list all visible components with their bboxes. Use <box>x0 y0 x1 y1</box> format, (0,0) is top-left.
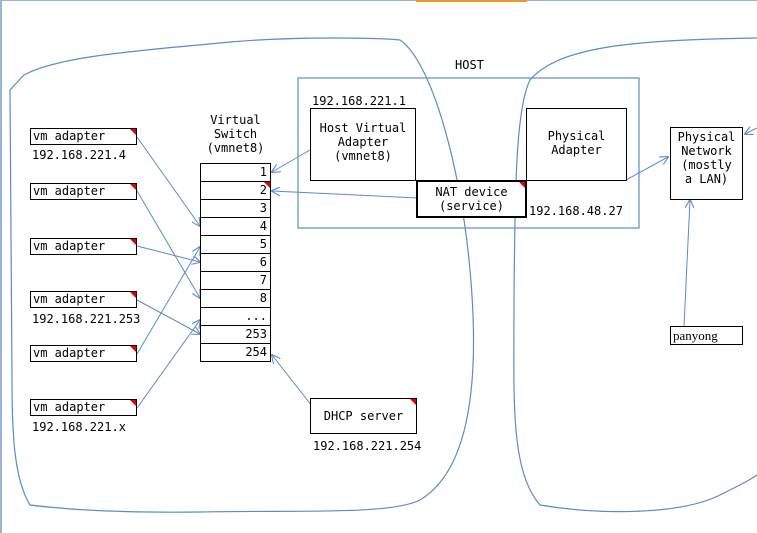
vm-adapter-3[interactable]: vm adapter <box>30 238 137 255</box>
marker-icon <box>264 182 270 188</box>
switch-port[interactable]: 254 <box>200 343 271 362</box>
switch-port[interactable]: ... <box>200 307 271 326</box>
vm-adapter-ip: 192.168.221.x <box>32 420 126 434</box>
link-dhcp-port254 <box>272 355 313 407</box>
host-adapter-line: Adapter <box>337 135 389 149</box>
link-vm3-port6 <box>136 245 200 262</box>
vm-adapter-ip: 192.168.221.4 <box>32 148 126 162</box>
host-adapter-line: (vmnet8) <box>334 149 392 163</box>
vm-adapter-2[interactable]: vm adapter <box>30 183 137 200</box>
vm-adapter-label: vm adapter <box>33 400 106 414</box>
physical-adapter-line: Adapter <box>551 143 602 157</box>
link-nat-port2 <box>272 191 419 199</box>
network-line: (mostly <box>681 158 732 172</box>
physical-adapter[interactable]: Physical Adapter <box>526 108 627 181</box>
marker-icon <box>130 129 136 135</box>
switch-port[interactable]: 5 <box>200 235 271 254</box>
dhcp-server[interactable]: DHCP server <box>310 398 417 434</box>
marker-icon <box>130 239 136 245</box>
vm-adapter-1[interactable]: vm adapter <box>30 128 137 145</box>
switch-port[interactable]: 6 <box>200 253 271 272</box>
client-panyong[interactable]: panyong <box>670 326 743 345</box>
switch-port[interactable]: 253 <box>200 325 271 344</box>
network-line: Network <box>681 144 732 158</box>
marker-icon <box>130 346 136 352</box>
link-physical-network <box>625 157 668 181</box>
vm-adapter-label: vm adapter <box>33 346 106 360</box>
nat-line: NAT device <box>435 185 508 199</box>
vm-adapter-6[interactable]: vm adapter <box>30 399 137 416</box>
marker-icon <box>130 292 136 298</box>
physical-network[interactable]: Physical Network (mostly a LAN) <box>670 127 743 200</box>
switch-port[interactable]: 3 <box>200 199 271 218</box>
switch-port[interactable]: 4 <box>200 217 271 236</box>
link-vm2-port8 <box>136 190 200 298</box>
link-external-network <box>745 128 757 134</box>
marker-icon <box>130 184 136 190</box>
vm-adapter-4[interactable]: vm adapter <box>30 291 137 308</box>
link-vm4-port253 <box>136 299 200 334</box>
host-virtual-adapter[interactable]: Host Virtual Adapter (vmnet8) <box>310 108 416 181</box>
vm-adapter-ip: 192.168.221.253 <box>32 312 141 326</box>
dhcp-ip: 192.168.221.254 <box>313 439 422 453</box>
nat-device[interactable]: NAT device (service) <box>416 180 527 218</box>
marker-icon <box>130 400 136 406</box>
switch-title-line: (vmnet8) <box>206 141 265 155</box>
network-line: Physical <box>677 130 736 144</box>
switch-port[interactable]: 7 <box>200 271 271 290</box>
host-adapter-line: Host Virtual <box>319 121 407 135</box>
marker-icon <box>410 399 416 405</box>
switch-port[interactable]: 1 <box>200 163 271 182</box>
switch-port[interactable]: 8 <box>200 289 271 308</box>
vm-adapter-5[interactable]: vm adapter <box>30 345 137 362</box>
network-line: a LAN) <box>684 172 729 186</box>
link-vm5-port5 <box>136 247 200 355</box>
link-vm1-port4 <box>136 136 200 226</box>
switch-port[interactable]: 2 <box>200 181 271 200</box>
vm-adapter-label: vm adapter <box>33 184 106 198</box>
switch-title-line: Switch <box>213 127 258 141</box>
switch-title-line: Virtual <box>210 113 261 127</box>
physical-adapter-ip: 192.168.48.27 <box>529 204 623 218</box>
link-client-network <box>683 200 690 327</box>
dhcp-label: DHCP server <box>323 409 404 423</box>
vm-adapter-label: vm adapter <box>33 292 106 306</box>
switch-title: Virtual Switch (vmnet8) <box>200 113 271 155</box>
connector-layer <box>9 37 757 513</box>
marker-icon <box>519 182 525 188</box>
host-label: HOST <box>455 58 484 72</box>
vm-adapter-label: vm adapter <box>33 129 106 143</box>
link-host-adapter-port1 <box>272 149 311 172</box>
vm-adapter-label: vm adapter <box>33 239 106 253</box>
nat-line: (service) <box>438 199 505 213</box>
link-vm6-port254 <box>136 320 200 409</box>
host-adapter-ip: 192.168.221.1 <box>312 94 406 108</box>
physical-adapter-line: Physical <box>547 129 606 143</box>
